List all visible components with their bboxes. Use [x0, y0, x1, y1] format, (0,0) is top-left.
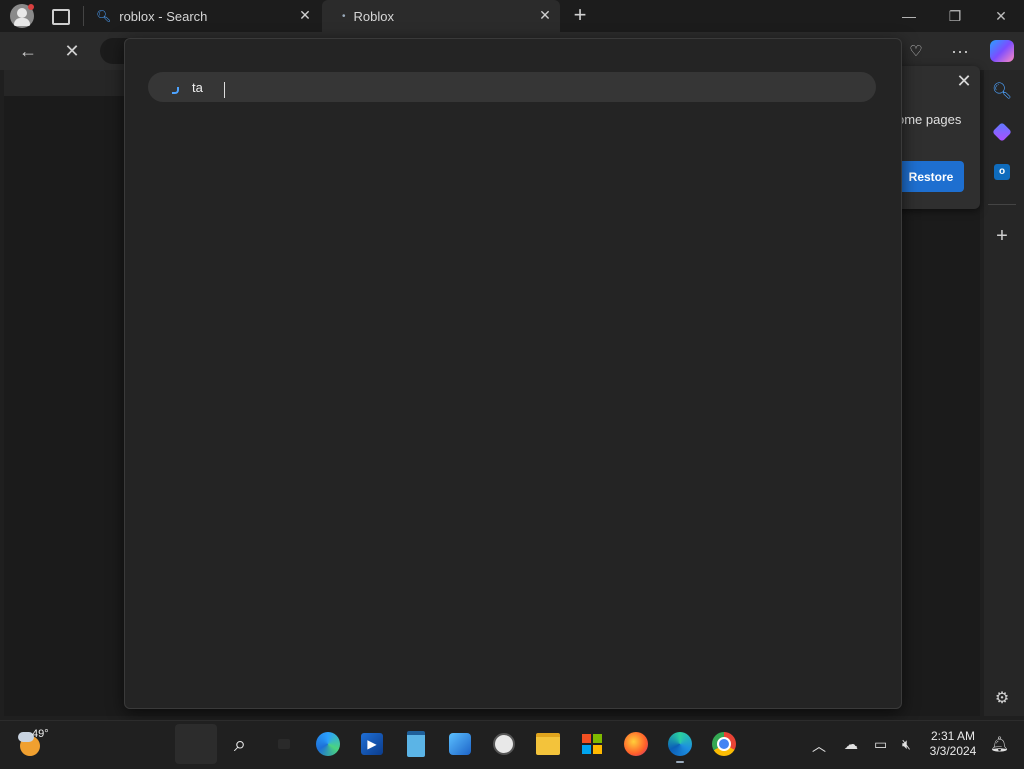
photos-icon[interactable]: [446, 730, 474, 758]
tab-title: Roblox: [353, 8, 394, 24]
close-window-button[interactable]: ✕: [978, 0, 1024, 32]
clock-date: 3/3/2024: [929, 744, 977, 758]
taskbar-search-icon[interactable]: ⌕: [226, 730, 254, 758]
address-input-text[interactable]: ta: [192, 80, 203, 95]
media-player-icon[interactable]: ▶: [358, 730, 386, 758]
loading-icon: •: [342, 10, 346, 22]
chrome-center: [717, 737, 731, 751]
minimize-button[interactable]: —: [886, 0, 932, 32]
store-square-green: [593, 734, 602, 743]
clock-app-icon[interactable]: [490, 730, 518, 758]
add-sidebar-app-icon[interactable]: +: [990, 224, 1014, 248]
store-grid: [582, 734, 602, 754]
vertical-tabs-icon[interactable]: [52, 9, 70, 25]
volume-muted-icon[interactable]: 🔇︎: [902, 736, 911, 753]
firefox-icon[interactable]: [622, 730, 650, 758]
restore-pages-text: ome pages: [897, 112, 962, 127]
store-square-red: [582, 734, 591, 743]
avatar-head: [17, 8, 27, 18]
task-view-shape: [278, 739, 290, 749]
restore-button[interactable]: Restore: [898, 161, 964, 192]
store-square-blue: [582, 745, 591, 754]
more-options-button[interactable]: ···: [944, 35, 976, 67]
back-button[interactable]: ←: [12, 35, 44, 67]
firefox-shape: [624, 732, 648, 756]
taskbar-clock[interactable]: 2:31 AM 3/3/2024: [922, 729, 984, 759]
clock-time: 2:31 AM: [930, 729, 976, 743]
copilot-shape: [992, 122, 1012, 142]
avatar-body: [14, 18, 30, 26]
media-player-shape: ▶: [361, 733, 383, 755]
task-view-icon[interactable]: [270, 730, 298, 758]
sidebar-settings-icon[interactable]: ⚙: [990, 686, 1014, 710]
edge-icon[interactable]: [666, 730, 694, 758]
tab-title: roblox - Search: [119, 8, 208, 24]
copilot-sidebar-icon[interactable]: [990, 120, 1014, 144]
new-tab-button[interactable]: +: [568, 4, 592, 28]
search-icon: 🔍︎: [96, 9, 112, 23]
outlook-icon[interactable]: o: [990, 160, 1014, 184]
tab-divider: [83, 6, 84, 26]
copilot-icon[interactable]: [990, 40, 1014, 62]
close-popup-icon[interactable]: ✕: [955, 72, 973, 90]
weather-widget[interactable]: 49°: [18, 728, 49, 758]
stop-loading-button[interactable]: ✕: [56, 35, 88, 67]
clock-app-shape: [493, 733, 515, 755]
show-hidden-icons-chevron-icon[interactable]: ︿: [812, 736, 826, 756]
chrome-icon[interactable]: [710, 730, 738, 758]
chrome-shape: [712, 732, 736, 756]
close-tab-icon[interactable]: ✕: [298, 8, 312, 22]
tab-roblox[interactable]: • Roblox ✕: [322, 0, 560, 32]
store-square-yellow: [593, 745, 602, 754]
file-explorer-shape: [536, 733, 560, 755]
search-sidebar-icon[interactable]: 🔍︎: [990, 79, 1014, 103]
text-cursor-icon: [224, 82, 227, 98]
notification-bell-icon[interactable]: 🔔︎: [990, 735, 1009, 753]
notepad-shape: [407, 731, 425, 757]
file-explorer-icon[interactable]: [534, 730, 562, 758]
edge-running-indicator: [676, 761, 684, 763]
outlook-logo: o: [994, 164, 1010, 180]
tab-roblox-search[interactable]: 🔍︎ roblox - Search ✕: [88, 0, 320, 32]
start-button[interactable]: [175, 724, 217, 764]
restore-window-button[interactable]: ❐: [932, 0, 978, 32]
edge-beta-icon[interactable]: [314, 730, 342, 758]
close-tab-icon[interactable]: ✕: [538, 8, 552, 22]
network-icon[interactable]: ▭: [874, 736, 887, 753]
notification-dot: [28, 4, 34, 10]
sidebar-divider: [988, 204, 1016, 205]
address-input[interactable]: [148, 72, 876, 102]
onedrive-offline-icon[interactable]: ☁: [844, 736, 858, 753]
address-suggestions-dropdown: [124, 38, 902, 709]
browser-essentials-icon[interactable]: ♡: [900, 35, 932, 67]
microsoft-store-icon[interactable]: [578, 730, 606, 758]
weather-temperature: 49°: [32, 728, 49, 740]
edge-shape: [668, 732, 692, 756]
edge-beta-shape: [316, 732, 340, 756]
profile-avatar[interactable]: [10, 4, 34, 28]
photos-shape: [449, 733, 471, 755]
notepad-icon[interactable]: [402, 730, 430, 758]
